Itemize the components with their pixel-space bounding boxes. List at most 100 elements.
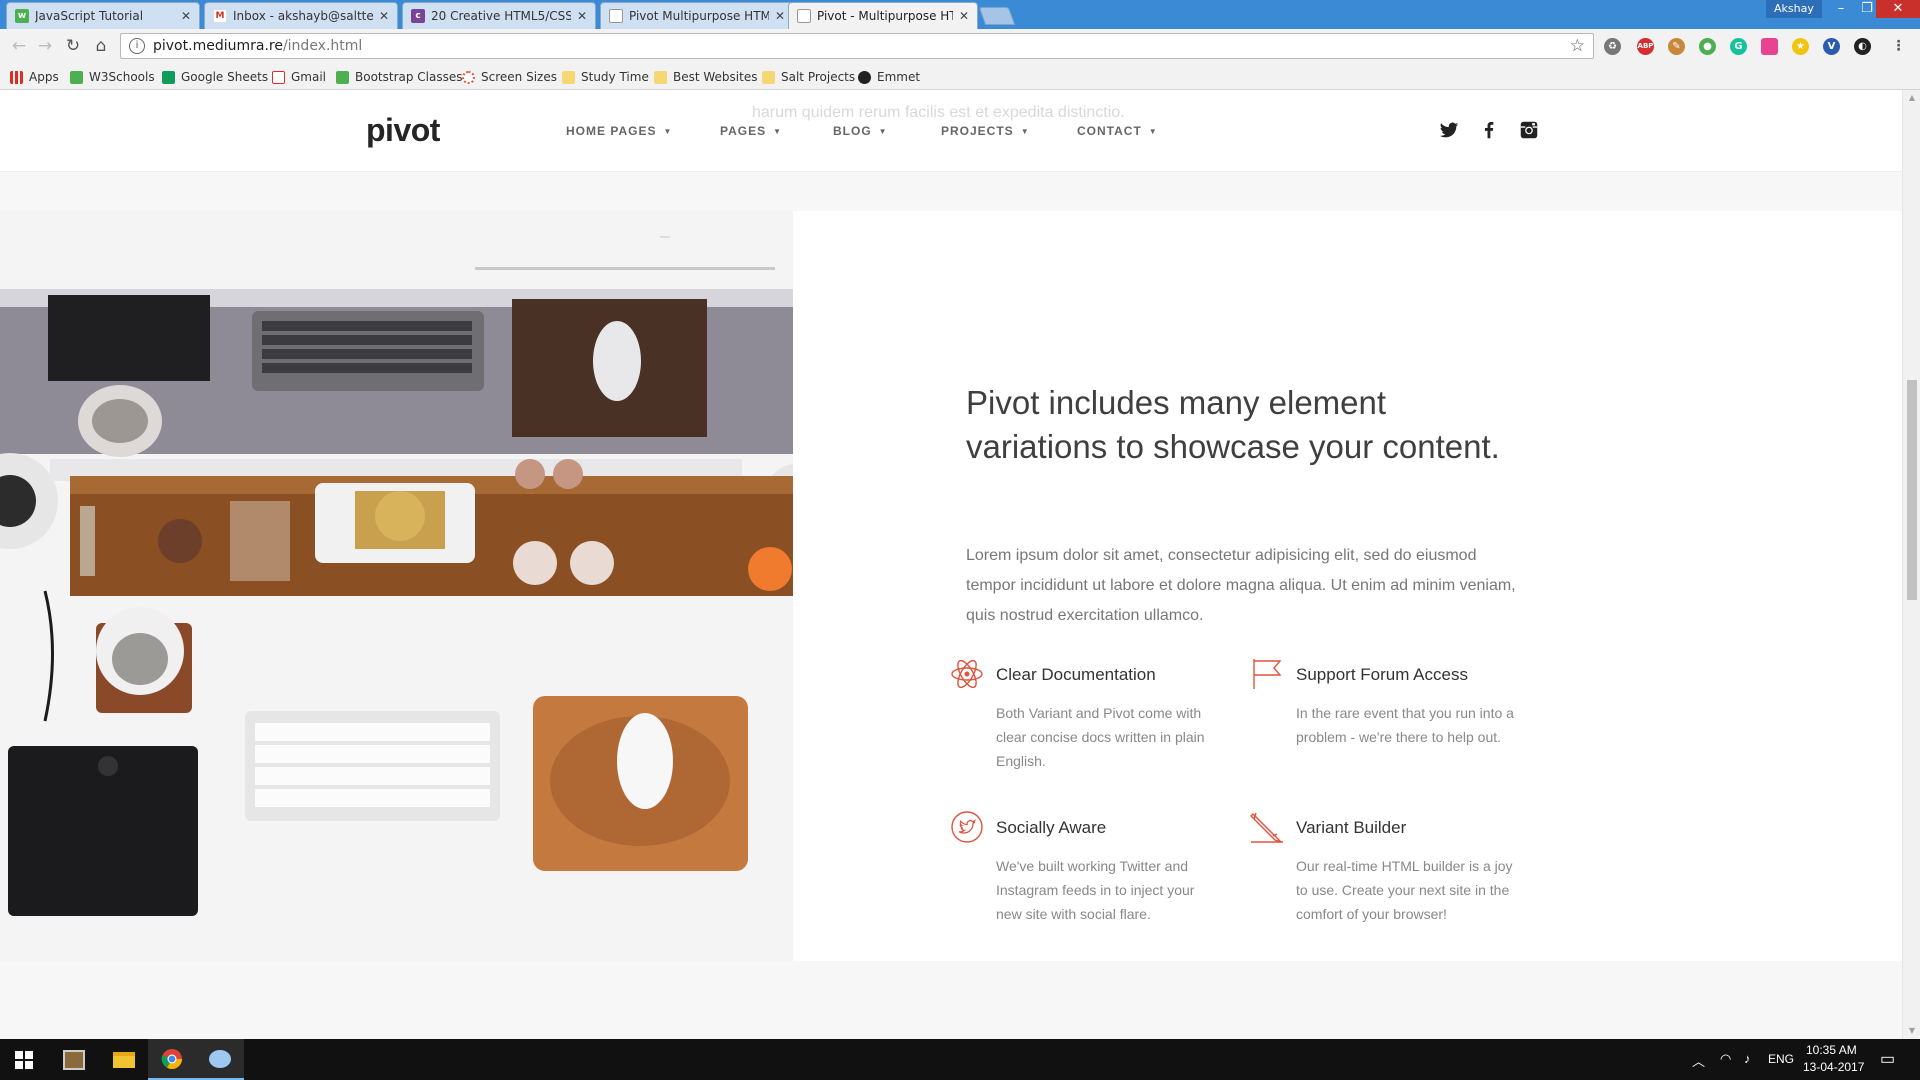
workspace-photo <box>0 211 793 961</box>
language-indicator[interactable]: ENG <box>1768 1052 1794 1066</box>
bookmark-screen-sizes[interactable]: Screen Sizes <box>462 69 557 85</box>
instagram-icon[interactable] <box>1518 119 1540 141</box>
clock-date[interactable]: 13-04-2017 <box>1803 1060 1864 1074</box>
nav-home-pages[interactable]: HOME PAGES ▼ <box>566 124 672 138</box>
bookmark-w3schools[interactable]: W3Schools <box>70 69 155 85</box>
page-icon <box>797 9 811 23</box>
feature-description: We've built working Twitter and Instagra… <box>996 858 1195 922</box>
nav-contact[interactable]: CONTACT ▼ <box>1077 124 1158 138</box>
adblock-extension-icon[interactable]: ABP <box>1637 38 1654 55</box>
scroll-up-icon[interactable]: ▲ <box>1903 90 1920 106</box>
tab-title: Pivot Multipurpose HTM <box>629 9 769 23</box>
menu-kebab-icon[interactable]: ⋮ <box>1890 38 1907 55</box>
tab-title: Inbox - akshayb@saltteq <box>233 9 373 23</box>
grammarly-extension-icon[interactable]: G <box>1730 38 1747 55</box>
page-icon <box>609 9 623 23</box>
tab-title: JavaScript Tutorial <box>35 9 144 23</box>
minimize-icon[interactable]: – <box>1828 0 1854 18</box>
clock-time[interactable]: 10:35 AM <box>1806 1043 1857 1057</box>
new-tab-button[interactable] <box>978 7 1016 25</box>
windows-taskbar: ︿ ◠ ♪ ENG 10:35 AM 13-04-2017 ▭ <box>0 1039 1920 1080</box>
feature-title: Clear Documentation <box>996 665 1156 684</box>
tab-creative-html5[interactable]: c 20 Creative HTML5/CSS3 ✕ <box>402 2 596 29</box>
w3schools-icon <box>70 70 83 84</box>
back-icon[interactable]: ← <box>8 35 30 57</box>
paint-app-icon[interactable] <box>196 1039 244 1080</box>
forward-icon[interactable]: → <box>34 35 56 57</box>
nav-projects[interactable]: PROJECTS ▼ <box>941 124 1030 138</box>
bookmark-best-websites[interactable]: Best Websites <box>654 69 757 85</box>
scroll-down-icon[interactable]: ▼ <box>1903 1023 1920 1039</box>
tab-javascript-tutorial[interactable]: w JavaScript Tutorial ✕ <box>6 2 200 29</box>
pencil-extension-icon[interactable]: ✎ <box>1668 38 1685 55</box>
feature-variant-builder: Variant Builder Our real-time HTML build… <box>1250 810 1540 930</box>
feature-section: Pivot includes many element variations t… <box>0 211 1902 961</box>
media-player-icon[interactable] <box>50 1039 98 1080</box>
tab-pivot-multipurpose[interactable]: Pivot Multipurpose HTM ✕ <box>600 2 794 29</box>
bookmark-emmet[interactable]: Emmet <box>858 69 920 85</box>
bookmark-apps[interactable]: Apps <box>10 69 59 85</box>
bookmark-label: Google Sheets <box>181 70 269 84</box>
feature-description: Both Variant and Pivot come with clear c… <box>996 705 1205 769</box>
scrolled-text-fragment: harum quidem rerum facilis est et expedi… <box>752 104 1125 121</box>
site-logo[interactable]: pivot <box>366 112 440 149</box>
nav-blog[interactable]: BLOG ▼ <box>833 124 888 138</box>
feature-socially-aware: Socially Aware We've built working Twitt… <box>950 810 1240 930</box>
chevron-down-icon: ▼ <box>663 126 673 136</box>
nav-label: CONTACT <box>1077 124 1142 138</box>
file-explorer-icon[interactable] <box>100 1039 148 1080</box>
bookmark-star-icon[interactable]: ☆ <box>1570 36 1585 56</box>
bookmark-bootstrap-classes[interactable]: Bootstrap Classes <box>336 69 463 85</box>
user-profile-button[interactable]: Akshay <box>1766 0 1822 18</box>
close-icon[interactable]: ✕ <box>775 9 785 23</box>
bookmark-label: Emmet <box>877 70 921 84</box>
close-window-icon[interactable]: ✕ <box>1876 0 1920 18</box>
bookmark-gmail[interactable]: Gmail <box>272 69 326 85</box>
tab-title: Pivot - Multipurpose HTM <box>817 9 953 23</box>
close-icon[interactable]: ✕ <box>959 9 969 23</box>
url-host: pivot.mediumra.re <box>153 38 283 54</box>
tray-chevron-icon[interactable]: ︿ <box>1692 1051 1705 1070</box>
star-extension-icon[interactable]: ★ <box>1792 38 1809 55</box>
tab-gmail-inbox[interactable]: M Inbox - akshayb@saltteq ✕ <box>204 2 398 29</box>
tab-pivot-active[interactable]: Pivot - Multipurpose HTM ✕ <box>788 2 978 29</box>
color-extension-icon[interactable] <box>1761 38 1778 55</box>
close-icon[interactable]: ✕ <box>577 9 587 23</box>
folder-icon <box>762 70 775 84</box>
bookmark-study-time[interactable]: Study Time <box>562 69 649 85</box>
close-icon[interactable]: ✕ <box>379 9 389 23</box>
folder-icon <box>654 70 667 84</box>
windows-start-icon[interactable] <box>0 1039 48 1080</box>
chrome-taskbar-icon[interactable] <box>148 1039 196 1080</box>
evernote-extension-icon[interactable]: ● <box>1699 38 1716 55</box>
nav-pages[interactable]: PAGES ▼ <box>720 124 782 138</box>
bookmark-label: Study Time <box>581 70 649 84</box>
bookmark-label: Apps <box>29 70 59 84</box>
bookmark-google-sheets[interactable]: Google Sheets <box>162 69 268 85</box>
pencil-icon <box>1250 812 1283 843</box>
facebook-icon[interactable] <box>1478 119 1500 141</box>
action-center-icon[interactable]: ▭ <box>1880 1049 1895 1069</box>
feature-description: In the rare event that you run into a pr… <box>1296 705 1514 745</box>
apps-grid-icon <box>10 70 23 84</box>
scrollbar-thumb[interactable] <box>1907 380 1917 600</box>
dark-extension-icon[interactable]: ◐ <box>1854 38 1871 55</box>
bookmark-salt-projects[interactable]: Salt Projects <box>762 69 855 85</box>
w3schools-icon: w <box>15 9 29 23</box>
home-icon[interactable]: ⌂ <box>90 35 112 57</box>
twitter-icon[interactable] <box>1438 119 1460 141</box>
close-icon[interactable]: ✕ <box>181 9 191 23</box>
vue-extension-icon[interactable]: V <box>1823 38 1840 55</box>
network-icon[interactable]: ◠ <box>1720 1051 1731 1067</box>
bookmark-label: Gmail <box>291 70 327 84</box>
volume-icon[interactable]: ♪ <box>1744 1051 1751 1066</box>
info-icon[interactable]: i <box>129 38 145 54</box>
feature-title: Variant Builder <box>1296 818 1407 837</box>
folder-icon <box>562 70 575 84</box>
address-bar[interactable]: i pivot.mediumra.re/index.html ☆ <box>120 33 1594 59</box>
page-scrollbar[interactable]: ▲ ▼ <box>1902 90 1920 1039</box>
reload-icon[interactable]: ↻ <box>62 35 84 57</box>
recycle-extension-icon[interactable]: ♻ <box>1604 38 1621 55</box>
nav-label: PAGES <box>720 124 767 138</box>
feature-description: Our real-time HTML builder is a joy to u… <box>1296 858 1513 922</box>
